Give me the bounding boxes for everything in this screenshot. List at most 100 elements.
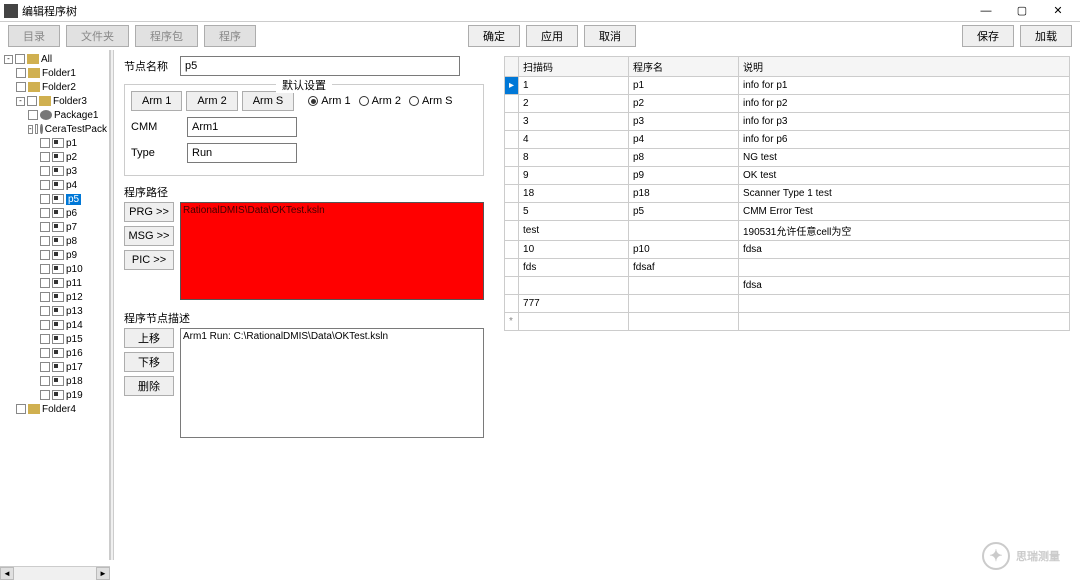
save-button[interactable]: 保存: [962, 25, 1014, 47]
table-row[interactable]: test190531允许任意cell为空: [505, 221, 1070, 241]
cell-scan[interactable]: 4: [519, 131, 629, 149]
tree-label[interactable]: p11: [66, 278, 82, 289]
cell-prog[interactable]: [629, 221, 739, 241]
table-row[interactable]: 777: [505, 295, 1070, 313]
tree-node[interactable]: Folder1: [2, 66, 107, 80]
cell-note[interactable]: [738, 259, 1069, 277]
cell-scan[interactable]: 3: [519, 113, 629, 131]
tree-node[interactable]: p5: [2, 192, 107, 206]
tree-label[interactable]: p15: [66, 334, 83, 345]
tree-node[interactable]: p6: [2, 206, 107, 220]
arm1-radio[interactable]: Arm 1: [308, 95, 350, 107]
tree-node[interactable]: p17: [2, 360, 107, 374]
tree-label[interactable]: p5: [66, 194, 81, 205]
tree-label[interactable]: Folder2: [42, 82, 76, 93]
confirm-button[interactable]: 确定: [468, 25, 520, 47]
cell-note[interactable]: info for p1: [738, 77, 1069, 95]
tree-label[interactable]: p1: [66, 138, 77, 149]
table-row[interactable]: fdsa: [505, 277, 1070, 295]
tree-node[interactable]: p10: [2, 262, 107, 276]
collapse-icon[interactable]: -: [4, 55, 13, 64]
msg-button[interactable]: MSG >>: [124, 226, 174, 246]
tree-node[interactable]: p4: [2, 178, 107, 192]
col-scan[interactable]: 扫描码: [519, 57, 629, 77]
tree-label[interactable]: p3: [66, 166, 77, 177]
move-up-button[interactable]: 上移: [124, 328, 174, 348]
cell-note[interactable]: OK test: [738, 167, 1069, 185]
cmm-input[interactable]: [187, 117, 297, 137]
tree-node[interactable]: p16: [2, 346, 107, 360]
cell-prog[interactable]: p1: [629, 77, 739, 95]
cell-prog[interactable]: [629, 295, 739, 313]
tree-node[interactable]: p9: [2, 248, 107, 262]
tree-label[interactable]: p2: [66, 152, 77, 163]
program-table[interactable]: 扫描码 程序名 说明 ▸1p1info for p12p2info for p2…: [504, 56, 1070, 331]
tree-node[interactable]: p8: [2, 234, 107, 248]
arm1-tab[interactable]: Arm 1: [131, 91, 182, 111]
arm2-radio[interactable]: Arm 2: [359, 95, 401, 107]
prg-button[interactable]: PRG >>: [124, 202, 174, 222]
cancel-button[interactable]: 取消: [584, 25, 636, 47]
apply-button[interactable]: 应用: [526, 25, 578, 47]
cell-note[interactable]: [738, 295, 1069, 313]
cell-scan[interactable]: test: [519, 221, 629, 241]
cell-scan[interactable]: 2: [519, 95, 629, 113]
folder-button[interactable]: 文件夹: [66, 25, 129, 47]
cell-prog[interactable]: p4: [629, 131, 739, 149]
cell-note[interactable]: CMM Error Test: [738, 203, 1069, 221]
tree-checkbox[interactable]: [40, 362, 50, 372]
node-name-input[interactable]: [180, 56, 460, 76]
cell-prog[interactable]: p5: [629, 203, 739, 221]
tree-h-scrollbar[interactable]: ◄ ►: [0, 566, 110, 580]
tree-label[interactable]: p19: [66, 390, 83, 401]
cell-prog[interactable]: [629, 277, 739, 295]
tree-node[interactable]: p13: [2, 304, 107, 318]
tree-checkbox[interactable]: [40, 334, 50, 344]
collapse-icon[interactable]: -: [28, 125, 33, 134]
col-prog[interactable]: 程序名: [629, 57, 739, 77]
cell-scan[interactable]: 9: [519, 167, 629, 185]
tree-checkbox[interactable]: [40, 180, 50, 190]
tree-node[interactable]: p1: [2, 136, 107, 150]
cell-scan[interactable]: fds: [519, 259, 629, 277]
cell-scan[interactable]: 5: [519, 203, 629, 221]
tree-checkbox[interactable]: [40, 236, 50, 246]
tree-checkbox[interactable]: [27, 96, 37, 106]
tree-checkbox[interactable]: [40, 166, 50, 176]
arms-radio[interactable]: Arm S: [409, 95, 453, 107]
tree-node[interactable]: p3: [2, 164, 107, 178]
tree-node[interactable]: p11: [2, 276, 107, 290]
cell-scan[interactable]: 1: [519, 77, 629, 95]
cell-note[interactable]: Scanner Type 1 test: [738, 185, 1069, 203]
tree-checkbox[interactable]: [40, 250, 50, 260]
minimize-button[interactable]: —: [968, 1, 1004, 21]
tree-label[interactable]: p14: [66, 320, 83, 331]
delete-button[interactable]: 删除: [124, 376, 174, 396]
cell-note[interactable]: fdsa: [738, 241, 1069, 259]
tree-label[interactable]: p12: [66, 292, 83, 303]
table-row[interactable]: 18p18Scanner Type 1 test: [505, 185, 1070, 203]
table-row[interactable]: fdsfdsaf: [505, 259, 1070, 277]
cell-prog[interactable]: p3: [629, 113, 739, 131]
arms-tab[interactable]: Arm S: [242, 91, 295, 111]
cell-scan[interactable]: 18: [519, 185, 629, 203]
cell-scan[interactable]: 10: [519, 241, 629, 259]
tree-node[interactable]: Folder4: [2, 402, 107, 416]
table-row[interactable]: 5p5CMM Error Test: [505, 203, 1070, 221]
tree-node[interactable]: p14: [2, 318, 107, 332]
table-row[interactable]: 2p2info for p2: [505, 95, 1070, 113]
tree-checkbox[interactable]: [40, 390, 50, 400]
tree-node[interactable]: -All: [2, 52, 107, 66]
table-row[interactable]: 8p8NG test: [505, 149, 1070, 167]
description-box[interactable]: Arm1 Run: C:\RationalDMIS\Data\OKTest.ks…: [180, 328, 484, 438]
tree-checkbox[interactable]: [35, 124, 39, 134]
tree-label[interactable]: CeraTestPack: [45, 124, 107, 135]
tree-checkbox[interactable]: [40, 194, 50, 204]
move-down-button[interactable]: 下移: [124, 352, 174, 372]
tree-label[interactable]: p7: [66, 222, 77, 233]
program-button[interactable]: 程序: [204, 25, 256, 47]
arm2-tab[interactable]: Arm 2: [186, 91, 237, 111]
tree-label[interactable]: p10: [66, 264, 83, 275]
tree-node[interactable]: p19: [2, 388, 107, 402]
cell-scan[interactable]: 777: [519, 295, 629, 313]
